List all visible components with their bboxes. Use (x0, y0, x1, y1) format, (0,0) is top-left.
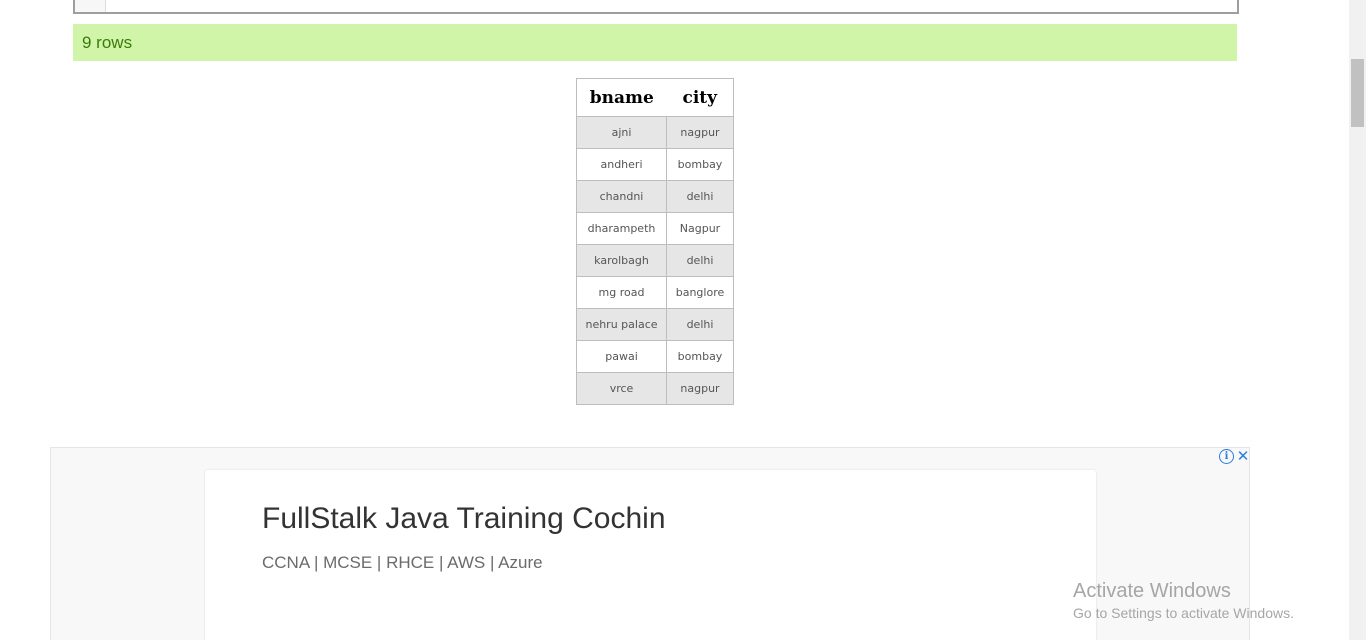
table-row: chandni delhi (576, 180, 734, 213)
table-row: mg road banglore (576, 276, 734, 309)
sql-editor[interactable] (73, 0, 1239, 14)
cell-city: bombay (666, 340, 734, 373)
scrollbar-thumb[interactable] (1351, 59, 1364, 127)
cell-bname: andheri (576, 148, 667, 181)
editor-gutter (75, 0, 106, 12)
column-header-bname: bname (576, 78, 667, 117)
ad-banner[interactable]: i ✕ FullStalk Java Training Cochin CCNA … (50, 447, 1250, 640)
watermark-subtitle: Go to Settings to activate Windows. (1073, 605, 1294, 621)
cell-bname: pawai (576, 340, 667, 373)
table-row: ajni nagpur (576, 116, 734, 149)
cell-city: delhi (666, 244, 734, 277)
cell-bname: dharampeth (576, 212, 667, 245)
row-count-text: 9 rows (82, 33, 133, 52)
table-row: karolbagh delhi (576, 244, 734, 277)
cell-city: nagpur (666, 116, 734, 149)
close-icon[interactable]: ✕ (1236, 447, 1250, 465)
table-row: dharampeth Nagpur (576, 212, 734, 245)
cell-bname: ajni (576, 116, 667, 149)
table-row: andheri bombay (576, 148, 734, 181)
cell-bname: mg road (576, 276, 667, 309)
cell-bname: nehru palace (576, 308, 667, 341)
vertical-scrollbar[interactable] (1349, 0, 1366, 640)
cell-city: banglore (666, 276, 734, 309)
ad-card[interactable]: FullStalk Java Training Cochin CCNA | MC… (205, 470, 1096, 640)
cell-bname: vrce (576, 372, 667, 405)
info-icon[interactable]: i (1219, 449, 1234, 464)
result-table: bname city ajni nagpur andheri bombay ch… (576, 78, 734, 405)
cell-city: Nagpur (666, 212, 734, 245)
cell-city: delhi (666, 308, 734, 341)
row-count-bar: 9 rows (73, 24, 1237, 61)
column-header-city: city (666, 78, 734, 117)
table-row: pawai bombay (576, 340, 734, 373)
ad-title[interactable]: FullStalk Java Training Cochin (262, 502, 666, 536)
cell-city: bombay (666, 148, 734, 181)
cell-city: nagpur (666, 372, 734, 405)
cell-bname: karolbagh (576, 244, 667, 277)
ad-subtitle: CCNA | MCSE | RHCE | AWS | Azure (262, 553, 543, 572)
table-row: vrce nagpur (576, 372, 734, 405)
cell-bname: chandni (576, 180, 667, 213)
table-row: nehru palace delhi (576, 308, 734, 341)
cell-city: delhi (666, 180, 734, 213)
watermark-title: Activate Windows (1073, 580, 1231, 602)
page: 9 rows bname city ajni nagpur andheri bo… (0, 0, 1366, 640)
activate-windows-watermark: Activate Windows Go to Settings to activ… (1073, 579, 1294, 623)
table-header-row: bname city (576, 78, 734, 117)
